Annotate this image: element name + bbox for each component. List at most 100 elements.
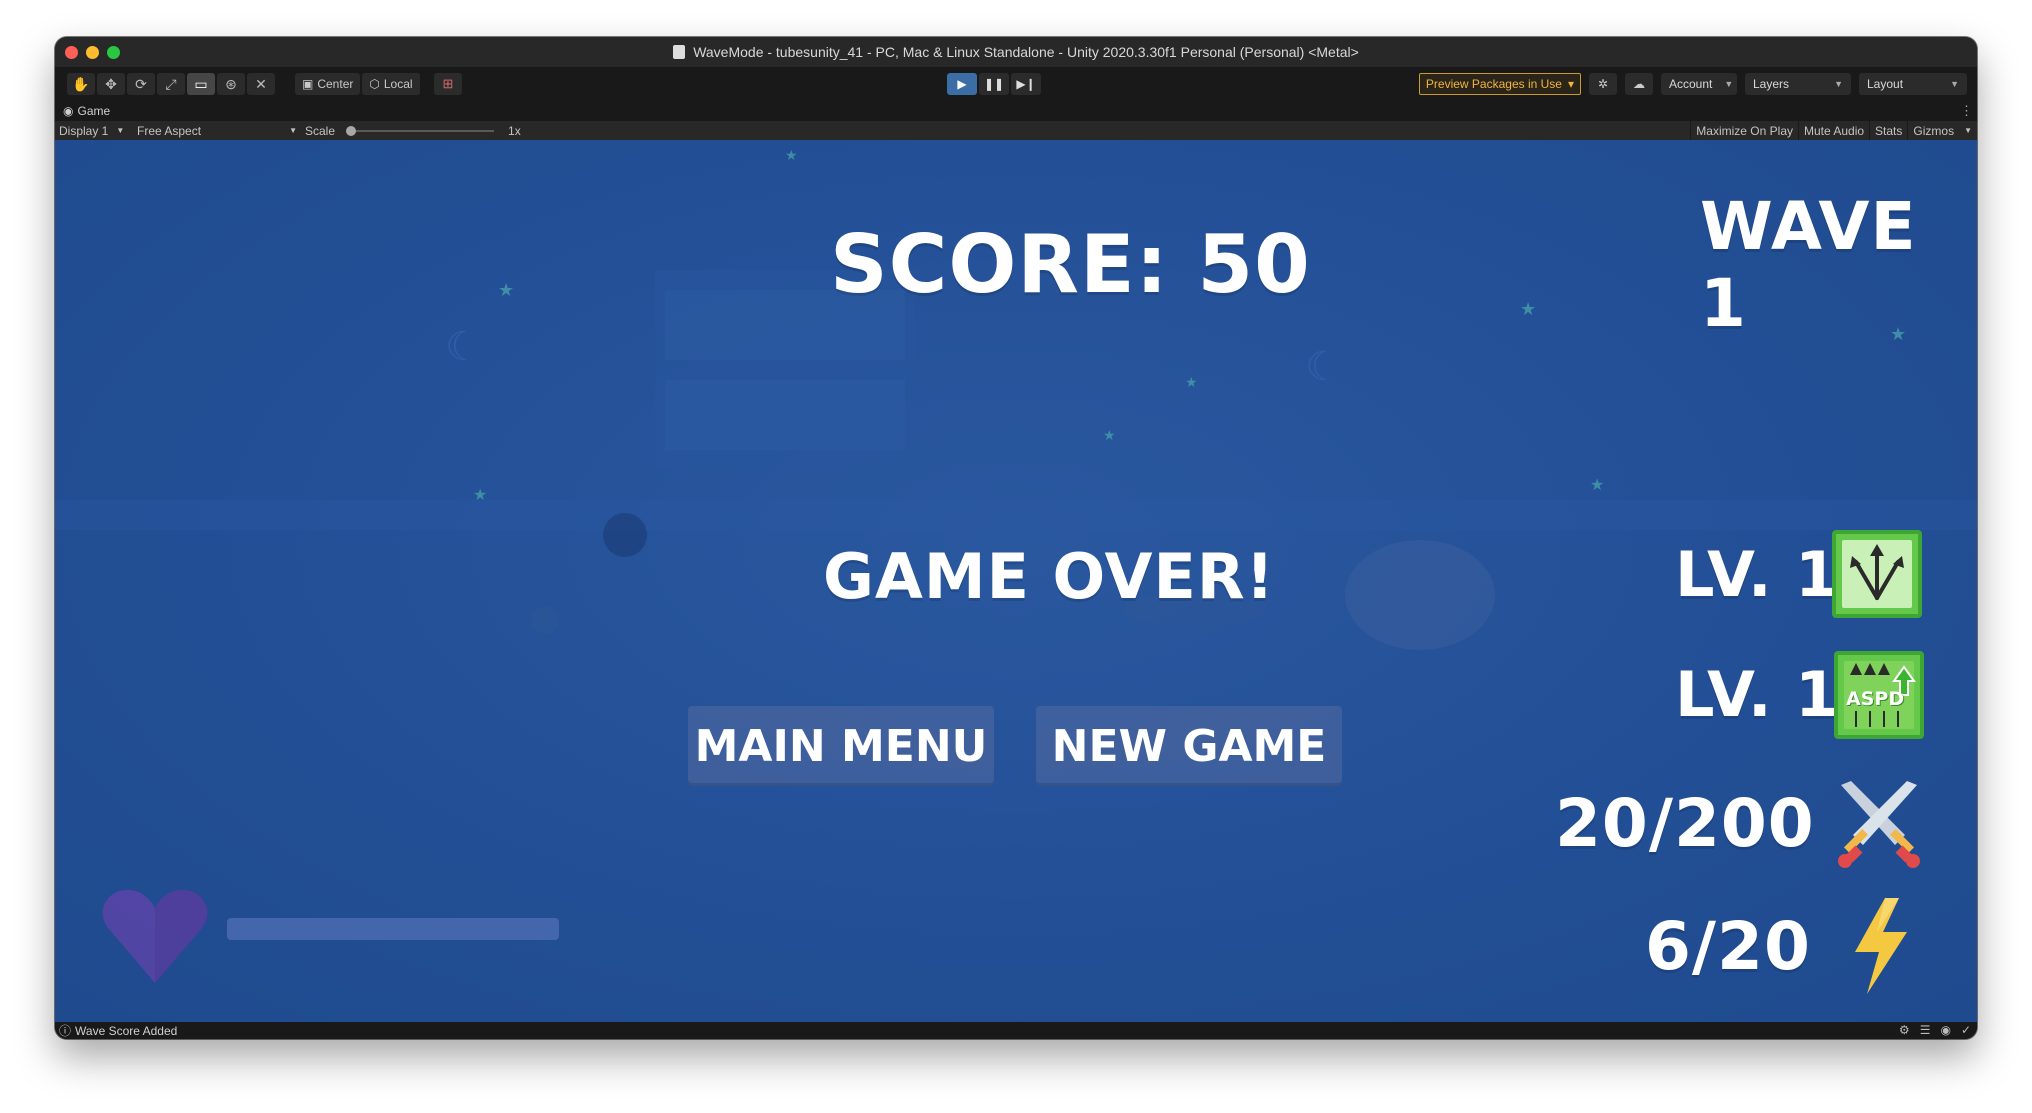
account-label: Account — [1669, 77, 1713, 91]
attack-speed-upgrade-icon[interactable]: ASPD — [1834, 651, 1924, 739]
game-view-options: Maximize On Play Mute Audio Stats Gizmos… — [1690, 121, 1977, 140]
star-decor-icon: ★ — [1590, 477, 1604, 494]
progress-icon[interactable]: ☰ — [1920, 1023, 1931, 1037]
star-decor-icon: ★ — [498, 280, 514, 300]
zoom-window-button[interactable] — [107, 46, 120, 59]
close-window-button[interactable] — [65, 46, 78, 59]
game-tab[interactable]: ◉ Game ⋮ — [55, 101, 1977, 121]
rotate-tool-icon[interactable]: ⟳ — [127, 73, 155, 95]
scale-label: Scale — [305, 123, 336, 138]
unity-document-icon — [673, 45, 686, 59]
center-icon: ▣ — [302, 77, 314, 91]
star-decor-icon: ★ — [1185, 374, 1198, 390]
pivot-center-label: Center — [317, 77, 354, 91]
game-over-title: GAME OVER! — [823, 540, 1275, 613]
pivot-center-button[interactable]: ▣ Center — [295, 73, 361, 95]
info-icon: ⓘ — [59, 1024, 72, 1038]
cloud-icon[interactable]: ☁ — [1625, 73, 1653, 95]
chevron-down-icon: ▼ — [1950, 79, 1959, 89]
toolbar-right: Preview Packages in Use ▾ ✲ ☁ Account ▼ La… — [1418, 73, 1967, 95]
play-button[interactable]: ▶ — [947, 73, 977, 95]
window-title: WaveMode - tubesunity_41 - PC, Mac & Lin… — [693, 44, 1359, 60]
display-label: Display 1 — [59, 123, 109, 138]
transform-tools: ✋ ✥ ⟳ ⤢ ▭ ⊛ ✕ — [67, 73, 275, 95]
window-controls — [65, 46, 120, 59]
scale-tool-icon[interactable]: ⤢ — [157, 73, 185, 95]
collab-icon[interactable]: ✲ — [1589, 73, 1617, 95]
gizmos-dropdown[interactable]: Gizmos ▼ — [1907, 121, 1977, 140]
scale-value: 1x — [508, 123, 521, 138]
check-icon[interactable]: ✓ — [1961, 1023, 1971, 1037]
kill-counter: 20/200 — [1555, 785, 1815, 862]
collab-status-icon[interactable]: ◉ — [1940, 1023, 1950, 1037]
star-decor-icon: ★ — [785, 147, 798, 163]
chevron-down-icon: ▼ — [116, 126, 125, 135]
gamepad-icon: ◉ — [63, 104, 74, 118]
custom-tool-icon[interactable]: ✕ — [247, 73, 275, 95]
range-upgrade-icon[interactable] — [1832, 530, 1922, 618]
rect-tool-icon[interactable]: ▭ — [187, 73, 215, 95]
grid-snap-icon[interactable]: ⊞ — [434, 73, 462, 95]
title-bar: WaveMode - tubesunity_41 - PC, Mac & Lin… — [55, 37, 1977, 67]
maximize-on-play-toggle[interactable]: Maximize On Play — [1690, 121, 1798, 140]
pivot-local-button[interactable]: ⬡ Local — [362, 73, 420, 95]
aspect-dropdown[interactable]: Free Aspect ▼ — [133, 124, 301, 138]
move-tool-icon[interactable]: ✥ — [97, 73, 125, 95]
mute-audio-toggle[interactable]: Mute Audio — [1798, 121, 1869, 140]
chevron-down-icon: ▼ — [289, 126, 297, 135]
game-tab-label: Game — [77, 104, 111, 118]
triple-arrow-icon — [1850, 544, 1904, 600]
chevron-down-icon: ▼ — [1724, 79, 1734, 89]
status-message[interactable]: Wave Score Added — [75, 1024, 177, 1038]
transform-tool-icon[interactable]: ⊛ — [217, 73, 245, 95]
stats-toggle[interactable]: Stats — [1869, 121, 1907, 140]
layout-dropdown[interactable]: Layout ▼ — [1859, 73, 1967, 95]
heart-icon — [102, 889, 208, 983]
star-decor-icon: ★ — [1103, 427, 1116, 443]
scale-control: Scale 1x — [301, 124, 525, 138]
energy-counter: 6/20 — [1645, 908, 1811, 985]
preview-packages-button[interactable]: Preview Packages in Use ▾ — [1418, 73, 1581, 95]
crossed-swords-icon — [1838, 781, 1920, 868]
aspd-tag: ASPD — [1846, 688, 1905, 710]
drawer — [665, 380, 905, 450]
display-dropdown[interactable]: Display 1 ▼ — [55, 124, 133, 138]
scale-slider-knob[interactable] — [346, 125, 357, 136]
wave-label: WAVE 1 — [1700, 188, 1917, 342]
main-toolbar: ✋ ✥ ⟳ ⤢ ▭ ⊛ ✕ ▣ Center ⬡ Local ⊞ ▶ ❚❚ ▶❙ P… — [55, 67, 1977, 101]
floor-ledge — [55, 500, 1977, 530]
new-game-button[interactable]: NEW GAME — [1036, 706, 1342, 786]
moon-decor-icon: ☾ — [445, 325, 481, 369]
scale-slider[interactable] — [346, 125, 495, 136]
game-viewport[interactable]: ★ ★ ★ ★ ★ ★ ★ ★ ☾ ☾ SCORE: 50 WAVE 1 GAM… — [55, 140, 1977, 1022]
account-dropdown[interactable]: Account ▼ — [1661, 73, 1737, 95]
score-label: SCORE: 50 — [830, 218, 1311, 311]
debug-icon[interactable]: ⚙ — [1899, 1023, 1910, 1037]
local-icon: ⬡ — [369, 77, 380, 91]
star-decor-icon: ★ — [1520, 299, 1536, 319]
layers-label: Layers — [1753, 77, 1790, 91]
hand-tool-icon[interactable]: ✋ — [67, 73, 95, 95]
minimize-window-button[interactable] — [86, 46, 99, 59]
layers-dropdown[interactable]: Layers ▼ — [1745, 73, 1851, 95]
playmode-controls: ▶ ❚❚ ▶❙ — [947, 73, 1041, 95]
preview-packages-label: Preview Packages in Use — [1425, 77, 1562, 91]
star-decor-icon: ★ — [473, 487, 487, 504]
status-bar: ⓘ Wave Score Added ⚙ ☰ ◉ ✓ — [55, 1022, 1977, 1039]
aspect-label: Free Aspect — [137, 123, 202, 138]
unity-editor-window: WaveMode - tubesunity_41 - PC, Mac & Lin… — [55, 37, 1977, 1039]
lightning-bolt-icon — [1855, 898, 1907, 994]
hat-object — [1345, 540, 1495, 650]
pause-button[interactable]: ❚❚ — [979, 73, 1009, 95]
main-menu-button[interactable]: MAIN MENU — [688, 706, 994, 786]
tab-menu-icon[interactable]: ⋮ — [1960, 103, 1973, 119]
upgrade-aspd-level: LV. 1 — [1675, 658, 1840, 731]
chevron-down-icon: ▼ — [1834, 79, 1843, 89]
character-silhouette — [603, 513, 647, 557]
step-button[interactable]: ▶❙ — [1011, 73, 1041, 95]
ball-object — [531, 606, 559, 634]
layout-label: Layout — [1867, 77, 1904, 91]
chevron-down-icon: ▼ — [1964, 126, 1972, 135]
gizmos-label: Gizmos — [1913, 123, 1955, 138]
pivot-local-label: Local — [383, 77, 413, 91]
